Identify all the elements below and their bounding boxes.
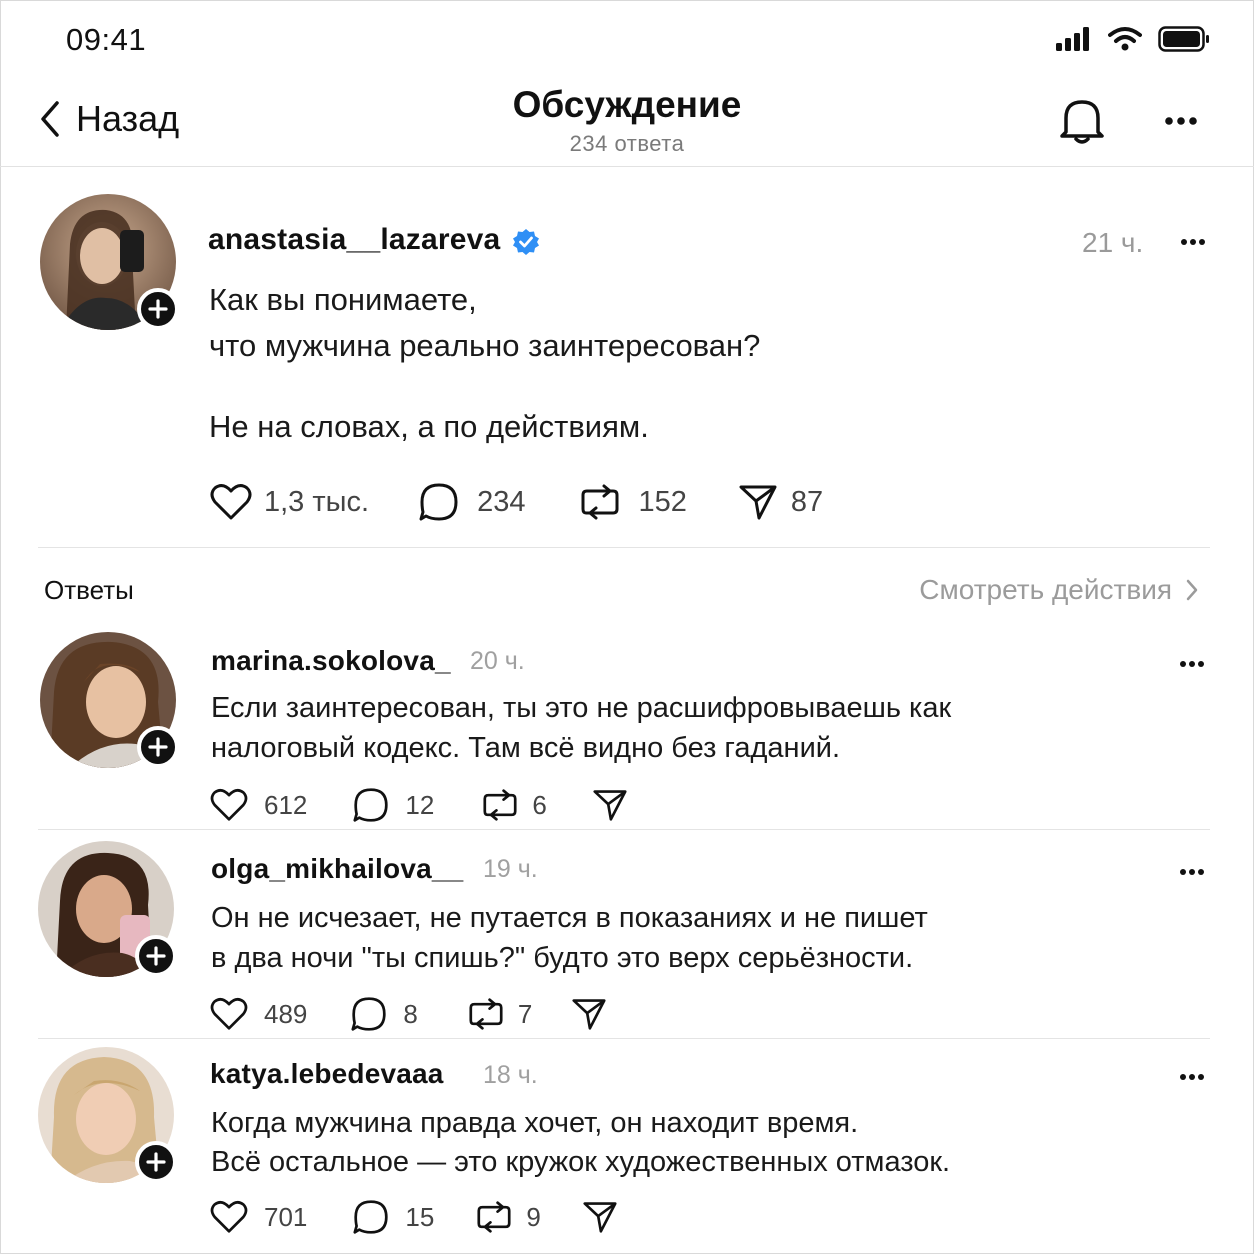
heart-icon — [210, 997, 248, 1030]
reply-more-icon[interactable] — [1179, 1073, 1205, 1081]
post-more-icon[interactable] — [1180, 238, 1206, 246]
like-count: 489 — [264, 998, 308, 1029]
comment-count: 12 — [405, 789, 435, 820]
like-button[interactable]: 612 — [210, 788, 307, 822]
like-count: 612 — [264, 789, 308, 820]
follow-plus-button[interactable] — [135, 1141, 177, 1183]
comment-button[interactable]: 234 — [419, 482, 525, 522]
send-icon — [593, 790, 627, 821]
send-icon — [572, 999, 606, 1030]
comment-button[interactable]: 12 — [353, 787, 434, 823]
follow-plus-button[interactable] — [137, 288, 179, 330]
repost-count: 9 — [526, 1201, 541, 1232]
repost-button[interactable]: 7 — [468, 997, 532, 1031]
plus-icon — [146, 1152, 166, 1172]
post-time: 21 ч. — [1082, 227, 1144, 258]
reply-time: 19 ч. — [483, 855, 538, 883]
reply-text-line: Всё остальное — это кружок художественны… — [211, 1146, 951, 1178]
share-button[interactable] — [583, 1200, 617, 1234]
comment-button[interactable]: 8 — [351, 996, 418, 1032]
reply-actions: 489 8 7 — [210, 996, 606, 1032]
battery-icon — [1158, 26, 1209, 52]
plus-icon — [148, 299, 168, 319]
like-button[interactable]: 489 — [210, 997, 307, 1031]
reply-username[interactable]: marina.sokolova_ — [211, 645, 451, 677]
comment-count: 234 — [477, 485, 526, 518]
post-text-line: Не на словах, а по действиям. — [209, 409, 649, 444]
reply-text-line: налоговый кодекс. Там всё видно без гада… — [211, 732, 841, 764]
reply-text-line: в два ночи "ты спишь?" будто это верх се… — [211, 942, 914, 974]
status-icons — [1056, 26, 1210, 52]
post-username[interactable]: anastasia__lazareva — [208, 223, 500, 257]
comment-bubble-icon — [353, 788, 389, 822]
status-time: 09:41 — [66, 22, 147, 57]
send-icon — [583, 1202, 617, 1233]
cellular-signal-icon — [1056, 27, 1089, 51]
reply-more-icon[interactable] — [1179, 660, 1205, 668]
comment-bubble-icon — [351, 997, 387, 1031]
repost-button[interactable]: 152 — [580, 483, 687, 521]
like-count: 701 — [264, 1201, 308, 1232]
repost-count: 7 — [517, 998, 533, 1029]
comment-count: 15 — [405, 1201, 435, 1232]
share-count: 87 — [790, 485, 824, 518]
verified-badge-icon — [513, 229, 539, 255]
plus-icon — [148, 737, 168, 757]
reply-username[interactable]: olga_mikhailova__ — [211, 853, 463, 885]
heart-icon — [210, 1200, 248, 1233]
comment-count: 8 — [403, 998, 418, 1029]
plus-icon — [146, 946, 166, 966]
post-divider — [38, 547, 1210, 548]
reply-username[interactable]: katya.lebedevaaa — [210, 1058, 444, 1090]
chevron-right-icon — [1186, 579, 1198, 601]
like-button[interactable]: 1,3 тыс. — [210, 483, 369, 521]
like-button[interactable]: 701 — [210, 1200, 307, 1234]
reply-divider — [38, 829, 1210, 830]
comment-button[interactable]: 15 — [353, 1199, 434, 1235]
replies-section-label: Ответы — [44, 575, 134, 605]
repost-icon — [477, 1201, 511, 1233]
post-text-line: что мужчина реально заинтересован? — [209, 328, 761, 363]
follow-plus-button[interactable] — [135, 935, 177, 977]
reply-actions: 612 12 6 — [210, 787, 627, 823]
more-options-icon[interactable] — [1164, 116, 1198, 126]
see-activity-label: Смотреть действия — [919, 574, 1172, 605]
post-text-line: Как вы понимаете, — [209, 282, 477, 317]
heart-icon — [210, 788, 248, 821]
wifi-icon — [1108, 27, 1142, 51]
follow-plus-button[interactable] — [137, 726, 179, 768]
header-divider — [0, 166, 1254, 167]
repost-count: 152 — [638, 485, 687, 518]
comment-bubble-icon — [419, 483, 458, 521]
reply-text-line: Когда мужчина правда хочет, он находит в… — [211, 1107, 859, 1139]
like-count: 1,3 тыс. — [264, 485, 370, 518]
reply-time: 20 ч. — [470, 647, 525, 675]
comment-bubble-icon — [353, 1200, 389, 1234]
reply-time: 18 ч. — [483, 1061, 538, 1089]
reply-text-line: Он не исчезает, не путается в показаниях… — [211, 902, 928, 934]
share-button[interactable]: 87 — [739, 483, 823, 521]
repost-icon — [469, 998, 503, 1030]
app-frame — [0, 0, 1254, 1254]
reply-text-line: Если заинтересован, ты это не расшифровы… — [211, 692, 952, 724]
repost-count: 6 — [532, 789, 547, 820]
share-button[interactable] — [572, 997, 606, 1031]
repost-button[interactable]: 6 — [482, 788, 547, 822]
send-icon — [739, 485, 777, 520]
heart-icon — [210, 484, 252, 520]
reply-divider — [38, 1038, 1210, 1039]
reply-actions: 701 15 9 — [210, 1199, 617, 1235]
bell-icon[interactable] — [1058, 96, 1106, 146]
reply-more-icon[interactable] — [1179, 868, 1205, 876]
repost-button[interactable]: 9 — [476, 1200, 541, 1234]
repost-icon — [483, 789, 517, 821]
share-button[interactable] — [593, 788, 627, 822]
post-actions: 1,3 тыс. 234 152 87 — [210, 482, 823, 522]
repost-icon — [581, 484, 619, 520]
see-activity-link[interactable]: Смотреть действия — [919, 574, 1198, 606]
